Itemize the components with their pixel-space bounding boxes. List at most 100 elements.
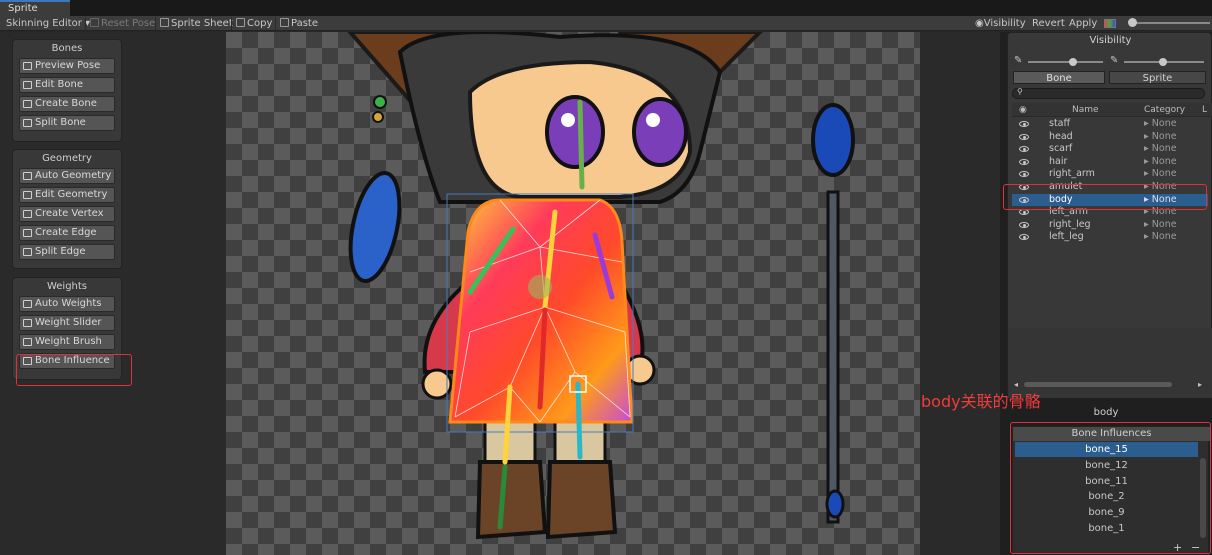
create-bone-button[interactable]: Create Bone	[19, 96, 115, 112]
highlight-body-row	[1003, 184, 1207, 210]
column-extra-header[interactable]: L	[1202, 105, 1207, 115]
mesh-opacity-slider-handle[interactable]	[1159, 58, 1167, 66]
copy-button[interactable]: Copy	[236, 16, 272, 31]
reset-pose-icon	[90, 18, 99, 27]
eye-icon[interactable]	[1019, 146, 1029, 153]
category-value[interactable]: ▸ None	[1144, 231, 1177, 244]
edit-geometry-label: Edit Geometry	[35, 189, 108, 200]
zoom-slider[interactable]	[1130, 22, 1210, 24]
right-eye-shape	[632, 97, 688, 167]
weight-slider-label: Weight Slider	[35, 317, 102, 328]
character-artwork	[347, 32, 855, 540]
list-item[interactable]: scarf ▸ None	[1012, 143, 1208, 156]
category-label: None	[1151, 118, 1177, 129]
auto-weights-icon	[23, 300, 32, 308]
create-edge-icon	[23, 229, 32, 237]
preview-pose-icon	[23, 62, 32, 70]
edit-geometry-button[interactable]: Edit Geometry	[19, 187, 115, 203]
canvas-viewport[interactable]: Bones Preview Pose Edit Bone Create Bone…	[0, 32, 1000, 555]
create-vertex-icon	[23, 210, 32, 218]
edit-bone-button[interactable]: Edit Bone	[19, 77, 115, 93]
bone-influence-sprite-name: body	[1093, 407, 1119, 418]
category-value[interactable]: ▸ None	[1144, 168, 1177, 181]
eye-icon[interactable]	[1019, 133, 1029, 140]
category-value[interactable]: ▸ None	[1144, 156, 1177, 169]
paste-button[interactable]: Paste	[280, 16, 318, 31]
sprite-name: right_arm	[1049, 168, 1095, 180]
bone-opacity-slider[interactable]	[1028, 61, 1103, 63]
reset-pose-button[interactable]: Reset Pose	[90, 16, 155, 31]
create-bone-icon	[23, 100, 32, 108]
paste-icon	[280, 18, 289, 27]
eye-icon[interactable]	[1019, 171, 1029, 178]
chevron-right-icon: ▸	[1144, 231, 1152, 243]
category-value[interactable]: ▸ None	[1144, 118, 1177, 131]
visibility-button[interactable]: ◉Visibility	[975, 16, 1026, 31]
chevron-right-icon: ▸	[1144, 118, 1152, 129]
bone-opacity-slider-handle[interactable]	[1069, 58, 1077, 66]
auto-geometry-icon	[23, 172, 32, 180]
list-item[interactable]: hair ▸ None	[1012, 156, 1208, 169]
horizontal-scrollbar[interactable]: ◂ ▸	[1012, 380, 1208, 389]
scroll-right-icon[interactable]: ▸	[1198, 380, 1202, 389]
copy-label: Copy	[247, 18, 273, 29]
sprite-sheet-icon	[160, 18, 169, 27]
zoom-slider-handle[interactable]	[1128, 18, 1137, 27]
mode-dropdown[interactable]: Skinning Editor ▾	[6, 16, 90, 31]
toolbar-divider	[275, 17, 276, 30]
category-value[interactable]: ▸ None	[1144, 131, 1177, 144]
mode-label: Skinning Editor	[6, 18, 82, 29]
bead-shape	[373, 95, 387, 109]
bone-head[interactable]	[577, 99, 585, 190]
bone-opacity-icon: ✎	[1014, 55, 1023, 66]
auto-weights-button[interactable]: Auto Weights	[19, 296, 115, 312]
search-input[interactable]: ⚲	[1012, 87, 1205, 99]
toolbar: Skinning Editor ▾ Reset Pose Sprite Shee…	[0, 16, 1212, 31]
create-vertex-button[interactable]: Create Vertex	[19, 206, 115, 222]
category-value[interactable]: ▸ None	[1144, 143, 1177, 156]
eye-icon: ◉	[975, 18, 984, 29]
eye-icon[interactable]	[1019, 158, 1029, 165]
apply-button[interactable]: Apply	[1069, 16, 1097, 31]
bone-right-thigh[interactable]	[575, 381, 583, 460]
sprite-sheet-label: Sprite Sheet	[171, 18, 233, 29]
split-edge-label: Split Edge	[35, 246, 86, 257]
tree-header: ◉ Name Category L	[1012, 103, 1212, 117]
sprite-sheet-button[interactable]: Sprite Sheet	[160, 16, 233, 31]
chevron-right-icon: ▸	[1144, 155, 1152, 167]
list-item[interactable]: staff ▸ None	[1012, 118, 1208, 131]
category-value[interactable]: ▸ None	[1144, 219, 1177, 232]
auto-geometry-button[interactable]: Auto Geometry	[19, 168, 115, 184]
revert-button[interactable]: Revert	[1032, 16, 1065, 31]
scroll-thumb[interactable]	[1024, 382, 1172, 387]
preview-pose-button[interactable]: Preview Pose	[19, 58, 115, 74]
create-edge-button[interactable]: Create Edge	[19, 225, 115, 241]
weight-brush-label: Weight Brush	[35, 336, 102, 347]
sprite-name: hair	[1049, 155, 1068, 167]
bones-panel: Bones Preview Pose Edit Bone Create Bone…	[12, 39, 122, 142]
tab-bone[interactable]: Bone	[1013, 71, 1105, 84]
category-label: None	[1151, 168, 1177, 180]
color-toggle-icon[interactable]	[1104, 19, 1116, 28]
list-item[interactable]: left_leg ▸ None	[1012, 231, 1208, 244]
tab-sprite-editor[interactable]: Sprite Editor	[0, 0, 70, 27]
column-category-header[interactable]: Category	[1144, 105, 1185, 115]
auto-geometry-label: Auto Geometry	[35, 170, 112, 181]
eye-icon[interactable]	[1019, 209, 1029, 216]
eye-icon[interactable]	[1019, 234, 1029, 241]
eye-icon[interactable]	[1019, 121, 1029, 127]
list-item[interactable]: head ▸ None	[1012, 131, 1208, 144]
list-item[interactable]: right_arm ▸ None	[1012, 168, 1208, 181]
column-name-header[interactable]: Name	[1072, 105, 1099, 115]
split-edge-button[interactable]: Split Edge	[19, 244, 115, 260]
eye-icon[interactable]	[1019, 221, 1029, 228]
sprite-name: left_leg	[1049, 231, 1084, 243]
geometry-panel: Geometry Auto Geometry Edit Geometry Cre…	[12, 149, 122, 269]
split-bone-label: Split Bone	[35, 117, 86, 128]
list-item[interactable]: right_leg ▸ None	[1012, 219, 1208, 232]
tab-sprite[interactable]: Sprite	[1109, 71, 1206, 84]
weight-brush-button[interactable]: Weight Brush	[19, 334, 115, 350]
split-bone-button[interactable]: Split Bone	[19, 115, 115, 131]
chevron-right-icon: ▸	[1144, 218, 1152, 230]
weight-slider-button[interactable]: Weight Slider	[19, 315, 115, 331]
